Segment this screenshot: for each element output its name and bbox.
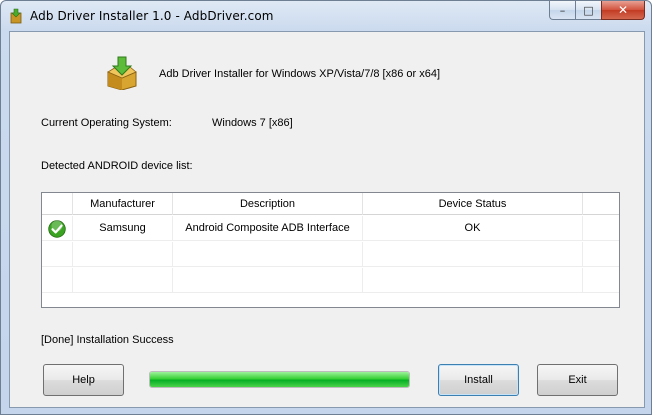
- installer-box-icon: [107, 56, 137, 90]
- app-icon: [10, 8, 22, 24]
- column-header-filler: [583, 193, 619, 215]
- progress-bar: [149, 371, 410, 388]
- empty-cell: [42, 268, 73, 293]
- close-button[interactable]: ✕: [601, 1, 645, 20]
- column-header-manufacturer[interactable]: Manufacturer: [73, 193, 173, 215]
- minimize-button[interactable]: –: [549, 1, 575, 20]
- empty-cell: [73, 268, 173, 293]
- os-value: Windows 7 [x86]: [212, 117, 293, 129]
- empty-cell: [73, 242, 173, 267]
- device-list-grid[interactable]: Manufacturer Description Device Status S…: [41, 192, 620, 308]
- row-manufacturer: Samsung: [73, 216, 173, 241]
- row-status: OK: [363, 216, 583, 241]
- help-button[interactable]: Help: [43, 364, 124, 396]
- caption-buttons: – □ ✕: [549, 1, 645, 20]
- table-row-empty: [42, 242, 619, 267]
- check-ok-icon: [48, 220, 66, 238]
- table-row[interactable]: Samsung Android Composite ADB Interface …: [42, 216, 619, 241]
- device-list-label: Detected ANDROID device list:: [41, 160, 193, 172]
- row-icon-cell: [42, 216, 73, 241]
- os-label: Current Operating System:: [41, 117, 172, 129]
- title-bar[interactable]: Adb Driver Installer 1.0 - AdbDriver.com…: [1, 1, 651, 31]
- app-window: Adb Driver Installer 1.0 - AdbDriver.com…: [0, 0, 652, 415]
- column-header-icon[interactable]: [42, 193, 73, 215]
- empty-cell: [363, 268, 583, 293]
- exit-button[interactable]: Exit: [537, 364, 618, 396]
- client-area: Adb Driver Installer for Windows XP/Vist…: [9, 31, 645, 408]
- empty-cell: [42, 242, 73, 267]
- progress-fill: [150, 372, 409, 387]
- install-button[interactable]: Install: [438, 364, 519, 396]
- row-description: Android Composite ADB Interface: [173, 216, 363, 241]
- header-text: Adb Driver Installer for Windows XP/Vist…: [159, 68, 441, 80]
- row-filler: [583, 216, 619, 241]
- window-title: Adb Driver Installer 1.0 - AdbDriver.com: [30, 9, 274, 23]
- empty-cell: [363, 242, 583, 267]
- status-text: [Done] Installation Success: [41, 334, 174, 346]
- empty-cell: [173, 242, 363, 267]
- column-header-status[interactable]: Device Status: [363, 193, 583, 215]
- column-header-description[interactable]: Description: [173, 193, 363, 215]
- table-row-empty: [42, 268, 619, 293]
- grid-header: Manufacturer Description Device Status: [42, 193, 619, 215]
- maximize-button[interactable]: □: [575, 1, 601, 20]
- empty-cell: [173, 268, 363, 293]
